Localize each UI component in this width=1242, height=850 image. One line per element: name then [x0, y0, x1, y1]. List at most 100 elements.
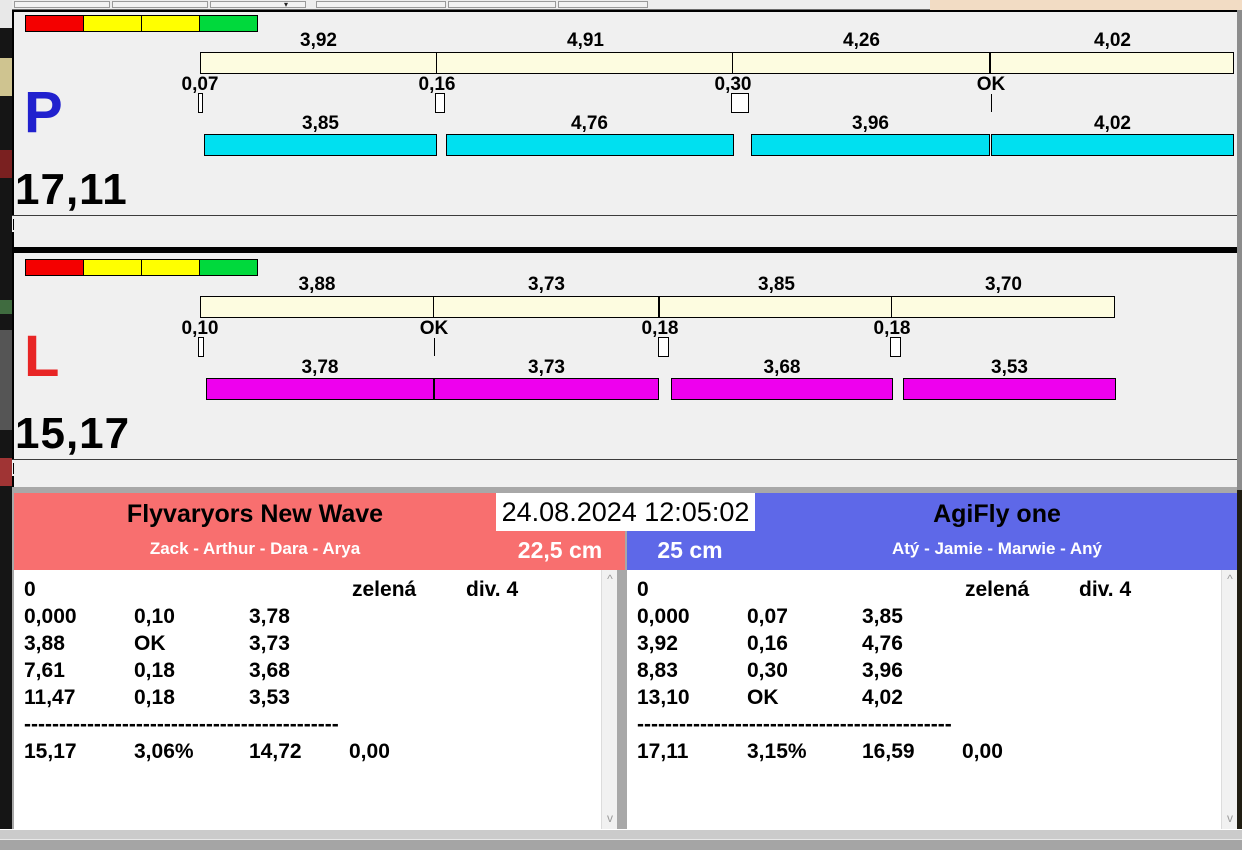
- result-cell: 0,07: [747, 605, 788, 628]
- segment-gross-bar: [436, 52, 734, 74]
- scroll-down-icon[interactable]: v: [602, 811, 618, 827]
- toolbar-button[interactable]: [14, 1, 110, 8]
- team-right-result-list: 0 zelená div. 4 0,000 0,07 3,85 3,92 0,16 4,76 8,…: [627, 570, 1221, 829]
- result-cell: OK: [134, 632, 166, 655]
- box-loss-indicator: [890, 337, 901, 357]
- segment-gross-time: 4,91: [567, 30, 604, 51]
- result-totals-row: 17,11 3,15% 16,59 0,00: [627, 738, 1221, 765]
- result-cell: 15,17: [24, 740, 77, 763]
- result-cell: zelená: [352, 578, 417, 601]
- result-cell: ----------------------------------------…: [24, 713, 339, 736]
- result-cell: 0: [24, 578, 36, 601]
- result-cell: 4,02: [862, 686, 903, 709]
- scroll-up-icon[interactable]: ^: [1222, 572, 1238, 588]
- result-cell: 4,76: [862, 632, 903, 655]
- result-cell: div. 4: [466, 578, 519, 601]
- segment-net-time: 3,73: [528, 357, 565, 378]
- text-cursor-tick: [13, 219, 14, 230]
- result-cell: 3,88: [24, 632, 65, 655]
- text-cursor-tick: [13, 463, 14, 474]
- segment-net-bar: [991, 134, 1234, 156]
- lane-total-time: 17,11: [15, 165, 128, 214]
- segment-gross-bar: [891, 296, 1115, 318]
- result-cell: 3,06%: [134, 740, 194, 763]
- result-cell: 7,61: [24, 659, 65, 682]
- result-cell: 3,53: [249, 686, 290, 709]
- result-cell: 3,96: [862, 659, 903, 682]
- team-right-name: AgiFly one: [933, 500, 1061, 528]
- scroll-up-icon[interactable]: ^: [602, 572, 618, 588]
- box-time-label: OK: [976, 74, 1006, 95]
- result-cell: 0,18: [134, 659, 175, 682]
- segment-net-bar: [751, 134, 990, 156]
- segment-gross-bar: [990, 52, 1234, 74]
- background-right-strip-top: [1237, 10, 1242, 490]
- result-row: 8,83 0,30 3,96: [627, 657, 1221, 684]
- background-right-strip-bottom: [1237, 490, 1242, 850]
- result-cell: 8,83: [637, 659, 678, 682]
- background-desktop-strip: [930, 0, 1242, 10]
- segment-net-time: 4,76: [571, 113, 608, 134]
- result-cell: 0,00: [962, 740, 1003, 763]
- result-cell: 3,78: [249, 605, 290, 628]
- box-loss-indicator: [198, 337, 204, 357]
- segment-gross-time: 3,73: [528, 274, 565, 295]
- result-cell: zelená: [965, 578, 1030, 601]
- segment-net-bar: [671, 378, 893, 400]
- lane-letter-P: P: [24, 80, 63, 145]
- result-row: 11,47 0,18 3,53: [14, 684, 601, 711]
- segment-net-time: 3,53: [991, 357, 1028, 378]
- box-time-label: OK: [419, 318, 449, 339]
- toolbar-button[interactable]: [558, 1, 648, 8]
- toolbar-button[interactable]: [112, 1, 208, 8]
- dropdown-arrow-icon[interactable]: ▾: [284, 1, 288, 9]
- lane-footer-strip: [12, 459, 1237, 476]
- result-header-row: 0 zelená div. 4: [14, 576, 601, 603]
- flyball-timing-screen: ▾ 3,92 0,07 3,85 4,91 0,16 4,76 4,26 0,30 3,96 4,…: [0, 0, 1242, 850]
- status-light-2: [141, 259, 200, 276]
- result-cell: div. 4: [1079, 578, 1132, 601]
- status-light-1: [83, 15, 142, 32]
- segment-net-time: 3,85: [302, 113, 339, 134]
- result-separator-row: ----------------------------------------…: [14, 711, 601, 738]
- segment-net-bar: [446, 134, 734, 156]
- result-cell: 16,59: [862, 740, 915, 763]
- result-row: 7,61 0,18 3,68: [14, 657, 601, 684]
- result-cell: 0,30: [747, 659, 788, 682]
- team-left-scrollbar[interactable]: ^ v: [601, 570, 617, 829]
- result-cell: 11,47: [24, 686, 76, 709]
- window-bottom-border: [0, 829, 1242, 839]
- box-loss-indicator: [198, 93, 203, 113]
- scroll-down-icon[interactable]: v: [1222, 811, 1238, 827]
- team-left-jump-height: 22,5 cm: [517, 537, 603, 563]
- toolbar-button[interactable]: [210, 1, 306, 8]
- box-loss-indicator: [435, 93, 445, 113]
- segment-net-bar: [434, 378, 659, 400]
- toolbar-button[interactable]: [316, 1, 446, 8]
- datetime-display: 24.08.2024 12:05:02: [496, 493, 755, 531]
- status-light-0: [25, 259, 84, 276]
- background-toolbar: ▾: [12, 0, 930, 10]
- ok-pass-indicator: [991, 94, 992, 112]
- result-cell: 3,15%: [747, 740, 807, 763]
- result-cell: 0: [637, 578, 649, 601]
- segment-gross-bar: [200, 52, 437, 74]
- segment-net-bar: [204, 134, 437, 156]
- result-cell: 0,10: [134, 605, 175, 628]
- result-separator-row: ----------------------------------------…: [627, 711, 1221, 738]
- segment-net-time: 3,78: [301, 357, 339, 378]
- lane-total-time: 15,17: [15, 409, 131, 458]
- result-cell: OK: [747, 686, 779, 709]
- segment-net-bar: [206, 378, 434, 400]
- result-row: 3,92 0,16 4,76: [627, 630, 1221, 657]
- team-right-scrollbar[interactable]: ^ v: [1221, 570, 1237, 829]
- result-cell: 0,18: [134, 686, 175, 709]
- result-cell: 0,16: [747, 632, 788, 655]
- toolbar-button[interactable]: [448, 1, 556, 8]
- segment-gross-bar: [659, 296, 893, 318]
- segment-gross-time: 4,26: [843, 30, 880, 51]
- result-header-row: 0 zelená div. 4: [627, 576, 1221, 603]
- segment-gross-time: 3,92: [300, 30, 337, 51]
- result-cell: 13,10: [637, 686, 690, 709]
- team-left-name: Flyvaryors New Wave: [126, 500, 384, 528]
